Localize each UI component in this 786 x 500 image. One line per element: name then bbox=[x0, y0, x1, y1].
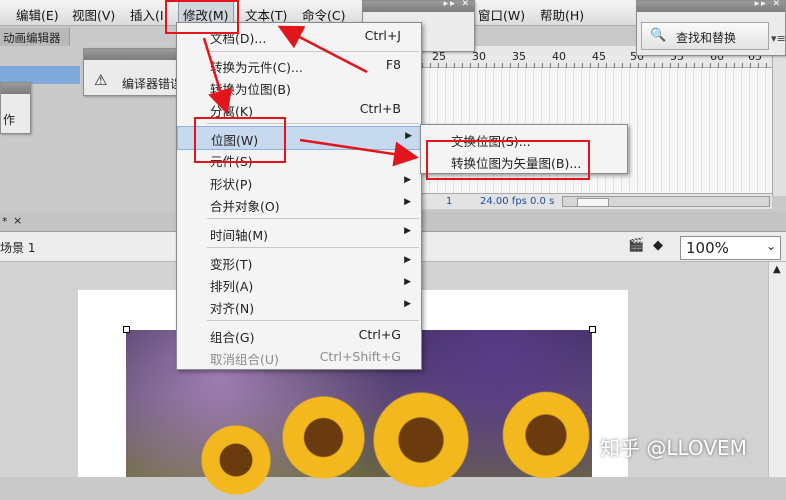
arrow-to-text-menu bbox=[277, 25, 368, 74]
arrow-to-trace-bitmap bbox=[299, 138, 419, 167]
annotation-arrows bbox=[202, 25, 419, 167]
arrow-to-break-apart bbox=[202, 37, 233, 115]
